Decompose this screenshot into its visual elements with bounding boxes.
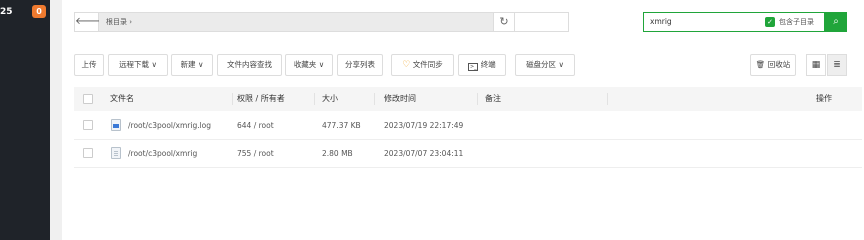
file-mtime: 2023/07/07 23:04:11 — [384, 149, 464, 158]
terminal-label: 终端 — [480, 60, 496, 69]
col-divider — [477, 93, 478, 105]
log-file-icon — [111, 119, 121, 131]
file-size: 477.37 KB — [322, 121, 361, 130]
table-header: 文件名 权限 / 所有者 大小 修改时间 备注 操作 — [74, 87, 862, 111]
table-row[interactable]: /root/c3pool/xmrig 755 / root 2.80 MB 20… — [74, 140, 862, 168]
col-actions: 操作 — [816, 94, 832, 103]
search-box: xmrig ✓ 包含子目录 — [643, 12, 825, 32]
file-name[interactable]: /root/c3pool/xmrig — [128, 140, 197, 167]
include-subdir-label[interactable]: 包含子目录 — [779, 13, 814, 31]
sidebar: 25 0 — [0, 0, 50, 240]
col-note: 备注 — [485, 94, 501, 103]
list-icon: ≣ — [833, 60, 841, 70]
col-size[interactable]: 大小 — [322, 87, 338, 111]
back-button[interactable]: 🡐 — [75, 13, 102, 31]
file-manager: 🡐 根目录 › ↻ xmrig ✓ 包含子目录 ⌕ 上传 远程下载 ∨ 新建 ∨… — [62, 0, 864, 240]
refresh-icon: ↻ — [499, 15, 509, 28]
terminal-button[interactable]: >_ 终端 — [458, 54, 506, 76]
sidebar-counter: 25 — [0, 7, 13, 17]
upload-button[interactable]: 上传 — [74, 54, 104, 76]
grid-view-button[interactable]: ▦ — [806, 54, 826, 76]
path-bar: 🡐 根目录 › ↻ — [74, 12, 569, 32]
row-checkbox[interactable] — [83, 120, 93, 130]
new-button[interactable]: 新建 ∨ — [171, 54, 213, 76]
refresh-button[interactable]: ↻ — [493, 13, 515, 31]
breadcrumb-root[interactable]: 根目录 › — [106, 18, 132, 26]
col-divider — [314, 93, 315, 105]
grid-icon: ▦ — [811, 60, 821, 70]
trash-icon: 🗑 — [755, 60, 766, 69]
file-sync-label: 文件同步 — [412, 60, 443, 69]
favorites-button[interactable]: 收藏夹 ∨ — [285, 54, 333, 76]
arrow-left-icon: 🡐 — [75, 16, 102, 27]
terminal-icon: >_ — [468, 63, 479, 71]
file-permission[interactable]: 755 / root — [237, 140, 274, 167]
select-all-checkbox[interactable] — [83, 94, 93, 104]
table-row[interactable]: /root/c3pool/xmrig.log 644 / root 477.37… — [74, 112, 862, 140]
col-divider — [232, 93, 233, 105]
col-divider — [374, 93, 375, 105]
row-checkbox[interactable] — [83, 148, 93, 158]
col-mtime[interactable]: 修改时间 — [384, 87, 416, 111]
file-permission[interactable]: 644 / root — [237, 112, 274, 139]
search-input[interactable]: xmrig — [650, 13, 672, 31]
search-button[interactable]: ⌕ — [825, 12, 847, 32]
list-view-button[interactable]: ≣ — [827, 54, 847, 76]
col-permission[interactable]: 权限 / 所有者 — [237, 87, 285, 111]
file-icon — [111, 147, 121, 159]
remote-download-button[interactable]: 远程下载 ∨ — [108, 54, 168, 76]
recycle-bin-label: 回收站 — [767, 60, 791, 69]
sync-icon: ♡ — [402, 60, 411, 70]
breadcrumb[interactable]: 根目录 › — [99, 13, 493, 31]
recycle-bin-button[interactable]: 🗑 回收站 — [750, 54, 796, 76]
file-name[interactable]: /root/c3pool/xmrig.log — [128, 112, 211, 139]
file-size: 2.80 MB — [322, 149, 353, 158]
include-subdir-checkbox[interactable]: ✓ — [765, 17, 775, 27]
content-search-button[interactable]: 文件内容查找 — [217, 54, 282, 76]
disk-partition-button[interactable]: 磁盘分区 ∨ — [515, 54, 575, 76]
file-sync-button[interactable]: ♡ 文件同步 — [391, 54, 454, 76]
share-list-button[interactable]: 分享列表 — [337, 54, 383, 76]
col-filename[interactable]: 文件名 — [110, 87, 134, 111]
col-divider — [607, 93, 608, 105]
file-mtime: 2023/07/19 22:17:49 — [384, 121, 464, 130]
notification-badge[interactable]: 0 — [32, 5, 46, 18]
magnifier-icon: ⌕ — [833, 16, 839, 27]
